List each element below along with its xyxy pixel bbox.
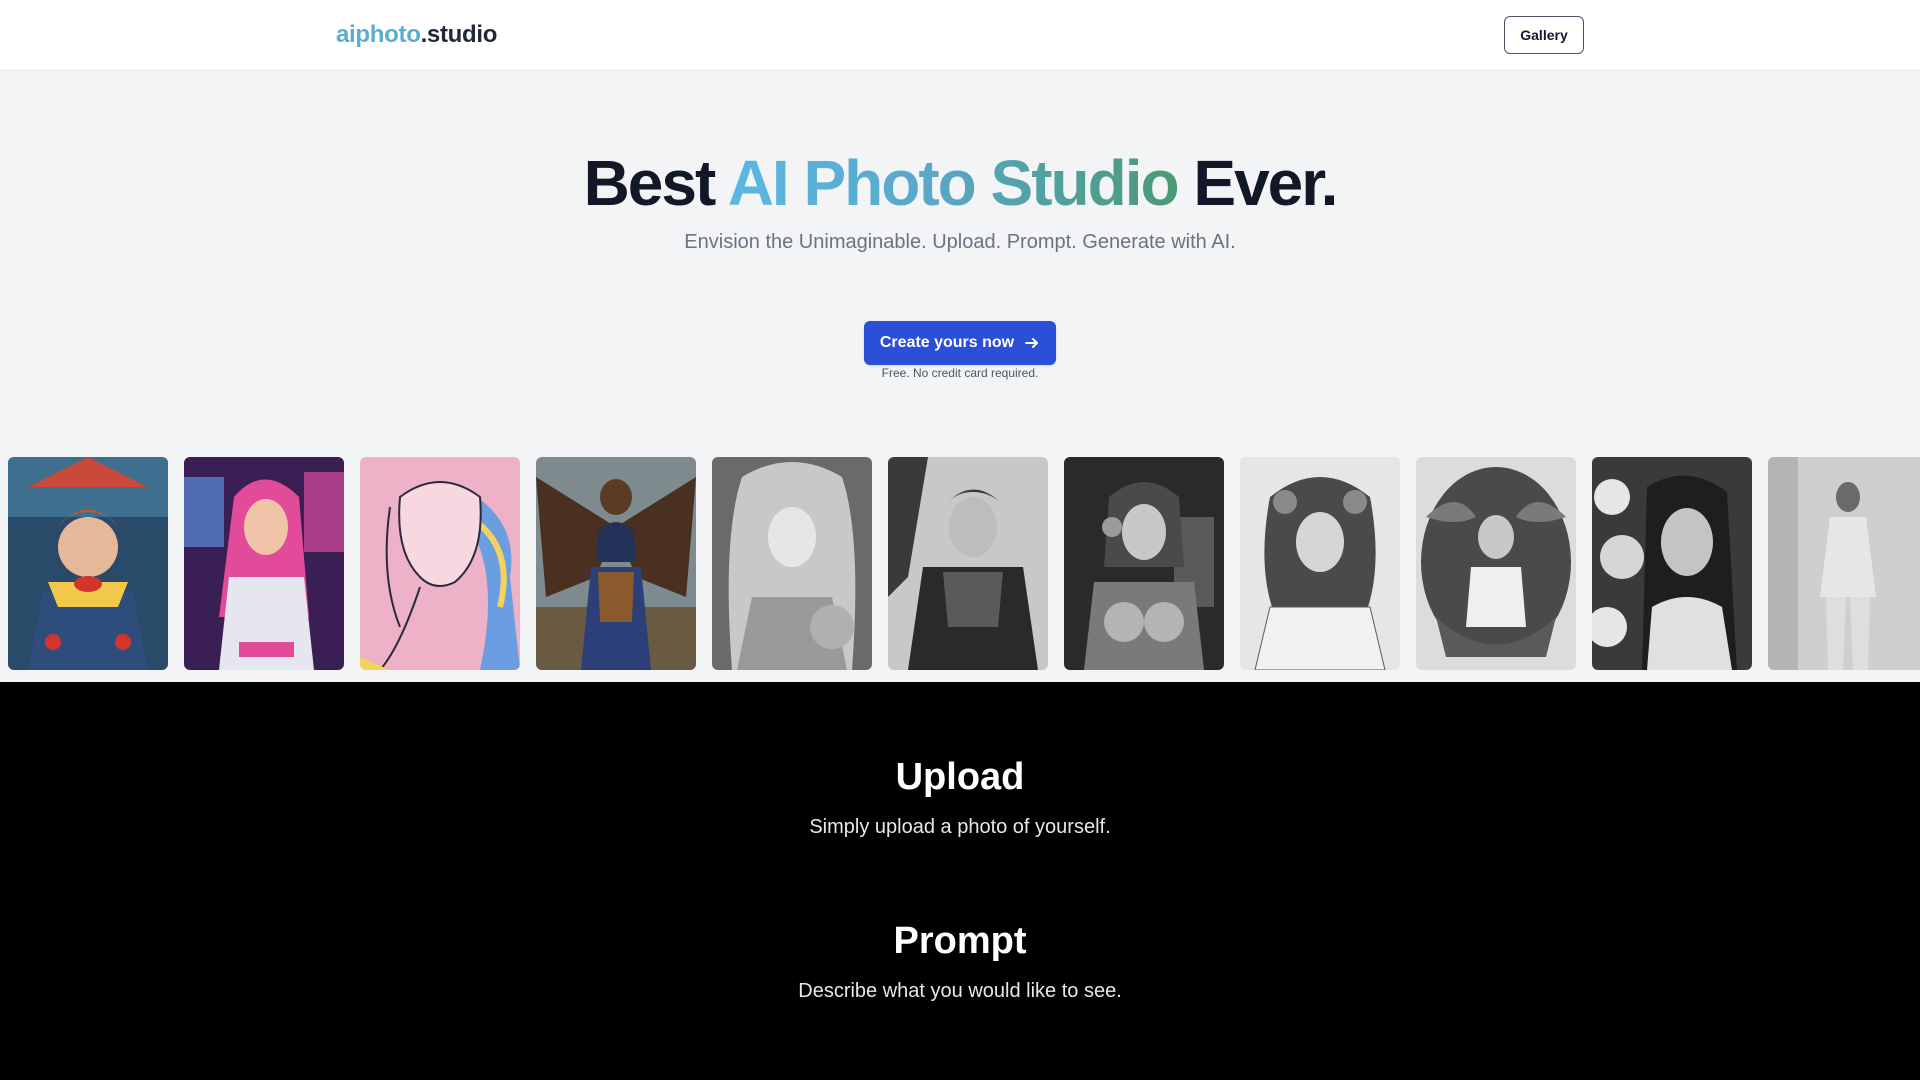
step-description-prompt: Describe what you would like to see. [798, 980, 1122, 1002]
top-navigation-bar: aiphoto.studio Gallery [0, 0, 1920, 71]
arcade-girl-portrait-image [184, 457, 344, 670]
site-logo[interactable]: aiphoto.studio [336, 21, 497, 49]
fashion-suit-portrait-image [1768, 457, 1920, 670]
gallery-button[interactable]: Gallery [1504, 16, 1584, 54]
silver-fantasy-portrait-image [712, 457, 872, 670]
hero-subtitle: Envision the Unimaginable. Upload. Promp… [684, 231, 1236, 253]
create-yours-now-button[interactable]: Create yours now [864, 321, 1056, 365]
winter-portrait-image [1592, 457, 1752, 670]
tropical-leaves-portrait-image [1416, 457, 1576, 670]
cyborg-portrait-image [1064, 457, 1224, 670]
hero-title: Best AI Photo Studio Ever. [0, 146, 1920, 220]
photo-gallery-strip [0, 457, 1920, 670]
step-description-upload: Simply upload a photo of yourself. [809, 816, 1111, 838]
floral-princess-portrait-image [1240, 457, 1400, 670]
hero-title-start: Best [583, 147, 728, 219]
logo-part-studio: .studio [420, 21, 498, 48]
arrow-right-icon [1024, 335, 1040, 351]
armored-knight-portrait-image [888, 457, 1048, 670]
cta-note: Free. No credit card required. [881, 366, 1039, 380]
logo-part-aiphoto: aiphoto [336, 21, 421, 48]
line-art-portrait-image [360, 457, 520, 670]
how-it-works-section: Upload Simply upload a photo of yourself… [0, 682, 1920, 1080]
clown-portrait-image [8, 457, 168, 670]
hero-title-end: Ever. [1177, 147, 1338, 219]
cta-label: Create yours now [879, 334, 1015, 351]
step-title-prompt: Prompt [893, 920, 1027, 962]
steampunk-eagle-portrait-image [536, 457, 696, 670]
step-title-upload: Upload [895, 756, 1025, 798]
hero-title-highlight: AI Photo Studio [727, 147, 1180, 219]
